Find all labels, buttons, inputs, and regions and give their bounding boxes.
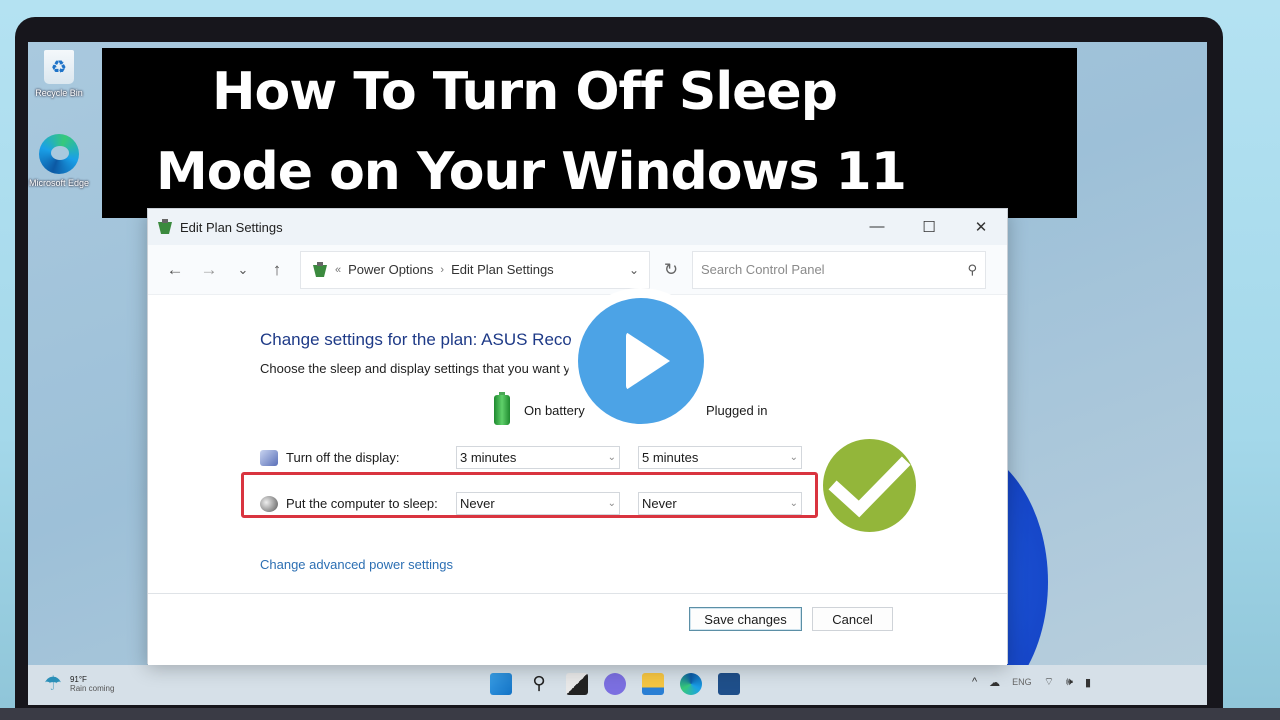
breadcrumb-edit-plan-settings[interactable]: Edit Plan Settings (451, 262, 554, 277)
weather-icon: ☂ (44, 673, 62, 695)
navigation-bar: ← → ⌄ ↑ « Power Options › Edit Plan Sett… (148, 245, 1007, 295)
breadcrumb-overflow[interactable]: « (335, 264, 341, 276)
address-dropdown-icon[interactable]: ⌄ (629, 263, 639, 277)
setting-label: Turn off the display: (286, 450, 400, 465)
cancel-button[interactable]: Cancel (812, 607, 893, 631)
wifi-icon[interactable]: ⌔ (1044, 675, 1054, 689)
power-options-icon (158, 219, 172, 234)
checkmark-icon (828, 456, 911, 518)
refresh-button[interactable]: ↻ (650, 260, 692, 280)
column-header-battery: On battery (494, 392, 585, 425)
search-box[interactable]: ⚲ (692, 250, 986, 289)
play-icon (577, 297, 704, 424)
breadcrumb-power-options[interactable]: Power Options (348, 262, 433, 277)
system-tray: ^ ☁ ENG ⌔ 🕪 ▮ (972, 675, 1103, 689)
battery-icon[interactable]: ▮ (1085, 676, 1091, 689)
file-explorer-icon[interactable] (642, 673, 664, 695)
language-indicator[interactable]: ENG (1012, 677, 1032, 687)
minimize-button[interactable]: — (851, 218, 903, 236)
desktop-icon-label: Recycle Bin (35, 88, 83, 98)
address-bar[interactable]: « Power Options › Edit Plan Settings ⌄ (300, 250, 650, 289)
play-button[interactable] (568, 288, 713, 433)
checkmark-badge (823, 439, 916, 532)
taskbar-apps: ⚲ (490, 673, 756, 695)
edit-plan-settings-window: Edit Plan Settings — ☐ ✕ ← → ⌄ ↑ « Power… (147, 208, 1008, 665)
maximize-button[interactable]: ☐ (903, 218, 955, 236)
chevron-down-icon: ⌄ (607, 452, 616, 463)
search-input[interactable] (701, 262, 968, 277)
close-button[interactable]: ✕ (955, 218, 1007, 236)
title-bar[interactable]: Edit Plan Settings — ☐ ✕ (148, 209, 1007, 245)
display-icon (260, 449, 278, 466)
desktop-icon-label: Microsoft Edge (28, 178, 90, 188)
forward-button[interactable]: → (192, 260, 226, 280)
onedrive-icon[interactable]: ☁ (989, 676, 1000, 689)
advanced-power-settings-link[interactable]: Change advanced power settings (260, 557, 453, 572)
recent-locations-button[interactable]: ⌄ (226, 262, 260, 278)
breadcrumb-separator: › (440, 263, 445, 276)
title-banner: How To Turn Off Sleep Mode on Your Windo… (102, 48, 1077, 218)
back-button[interactable]: ← (158, 260, 192, 280)
search-icon[interactable]: ⚲ (528, 673, 550, 695)
save-changes-button[interactable]: Save changes (689, 607, 802, 631)
volume-icon[interactable]: 🕪 (1066, 676, 1073, 689)
search-icon[interactable]: ⚲ (967, 262, 977, 278)
page-heading: Change settings for the plan: ASUS Recor (260, 330, 578, 349)
display-plugged-select[interactable]: 5 minutes ⌄ (638, 446, 802, 469)
page-subheading: Choose the sleep and display settings th… (260, 361, 571, 376)
taskbar: ☂ 91°F Rain coming ⚲ ^ ☁ ENG ⌔ 🕪 ▮ (28, 665, 1207, 705)
banner-line-2: Mode on Your Windows 11 (156, 142, 907, 202)
chevron-down-icon: ⌄ (789, 452, 798, 463)
column-header-plugged: Plugged in (706, 403, 768, 418)
edge-icon[interactable] (680, 673, 702, 695)
store-icon[interactable] (718, 673, 740, 695)
edge-icon (39, 134, 79, 174)
window-title: Edit Plan Settings (180, 219, 283, 235)
weather-status: Rain coming (69, 683, 115, 693)
sleep-row-highlight (241, 472, 818, 518)
up-button[interactable]: ↑ (260, 260, 294, 280)
laptop-base (0, 708, 1280, 720)
display-battery-select[interactable]: 3 minutes ⌄ (456, 446, 620, 469)
desktop-icon-edge[interactable]: Microsoft Edge (28, 134, 94, 189)
battery-icon (494, 392, 510, 425)
chat-icon[interactable] (604, 673, 626, 695)
weather-temp: 91°F (69, 674, 87, 684)
tray-chevron-icon[interactable]: ^ (972, 676, 977, 688)
banner-line-1: How To Turn Off Sleep (212, 62, 838, 122)
dialog-footer: Save changes Cancel (148, 593, 1007, 665)
desktop-icon-recycle-bin[interactable]: ♻ Recycle Bin (28, 50, 94, 99)
power-options-icon (313, 261, 327, 277)
setting-row-display: Turn off the display: 3 minutes ⌄ 5 minu… (260, 446, 820, 469)
weather-widget[interactable]: ☂ 91°F Rain coming (44, 671, 114, 696)
task-view-icon[interactable] (566, 673, 588, 695)
start-icon[interactable] (490, 673, 512, 695)
recycle-bin-icon: ♻ (44, 50, 74, 84)
